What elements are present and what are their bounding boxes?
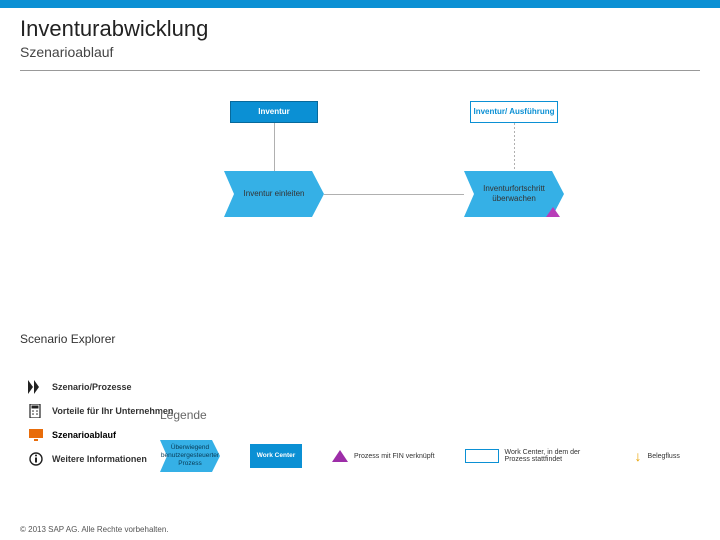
calculator-icon xyxy=(28,404,44,418)
connector-v-left xyxy=(274,123,275,171)
legend-title: Legende xyxy=(160,408,710,422)
legend-item-label: Work Center, in dem der Prozess stattfin… xyxy=(505,449,605,463)
bottom-area: Szenario/Prozesse Vorteile für Ihr Unter… xyxy=(0,350,720,540)
monitor-icon xyxy=(28,428,44,442)
legend-item-work-center-location: Work Center, in dem der Prozess stattfin… xyxy=(465,449,605,463)
step-inventur-fortschritt-label: Inventurfortschritt überwachen xyxy=(464,184,564,204)
connector-h xyxy=(324,194,464,195)
legend-item-label: Prozess mit FIN verknüpft xyxy=(354,453,435,460)
legend-item-fin-process: Prozess mit FIN verknüpft xyxy=(332,450,435,462)
legend: Legende Überwiegend benutzergesteuerter … xyxy=(160,408,710,472)
header-divider xyxy=(20,70,700,71)
flow-diagram: Inventur Inventur/ Ausführung Inventur e… xyxy=(0,81,720,311)
menu-item-label: Szenarioablauf xyxy=(52,430,116,440)
copyright-footer: © 2013 SAP AG. Alle Rechte vorbehalten. xyxy=(20,525,169,534)
legend-swatch-user-process: Überwiegend benutzergesteuerter Prozess xyxy=(160,440,220,472)
legend-swatch-work-center: Work Center xyxy=(250,440,302,472)
menu-item-label: Weitere Informationen xyxy=(52,454,147,464)
step-inventur-einleiten: Inventur einleiten xyxy=(224,171,324,217)
legend-row: Überwiegend benutzergesteuerter Prozess … xyxy=(160,440,710,472)
box-inventur-ausfuehrung-label: Inventur/ Ausführung xyxy=(473,107,554,117)
legend-item-label: Belegfluss xyxy=(648,453,680,460)
legend-item-belegfluss: ↓ Belegfluss xyxy=(635,448,680,464)
double-chevron-icon xyxy=(28,380,44,394)
brand-topbar xyxy=(0,0,720,8)
legend-item-user-process: Überwiegend benutzergesteuerter Prozess xyxy=(160,440,220,472)
info-icon xyxy=(28,452,44,466)
menu-item-szenario-prozesse[interactable]: Szenario/Prozesse xyxy=(28,380,208,394)
page-subtitle: Szenarioablauf xyxy=(20,44,700,60)
scenario-explorer-title: Scenario Explorer xyxy=(20,332,115,346)
box-inventur-label: Inventur xyxy=(258,107,290,117)
menu-item-label: Szenario/Prozesse xyxy=(52,382,132,392)
triangle-icon xyxy=(332,450,348,462)
page-title: Inventurabwicklung xyxy=(20,16,700,42)
legend-swatch-wc-outline xyxy=(465,449,499,463)
box-inventur: Inventur xyxy=(230,101,318,123)
header: Inventurabwicklung Szenarioablauf xyxy=(0,8,720,64)
legend-swatch-label: Überwiegend benutzergesteuerter Prozess xyxy=(160,440,220,472)
connector-v-right xyxy=(514,123,515,171)
step-inventur-einleiten-label: Inventur einleiten xyxy=(238,189,311,199)
menu-item-label: Vorteile für Ihr Unternehmen xyxy=(52,406,173,416)
legend-item-work-center: Work Center xyxy=(250,440,302,472)
arrow-down-icon: ↓ xyxy=(635,448,642,464)
fin-indicator-icon xyxy=(546,207,560,217)
box-inventur-ausfuehrung: Inventur/ Ausführung xyxy=(470,101,558,123)
legend-swatch-label: Work Center xyxy=(250,440,302,472)
